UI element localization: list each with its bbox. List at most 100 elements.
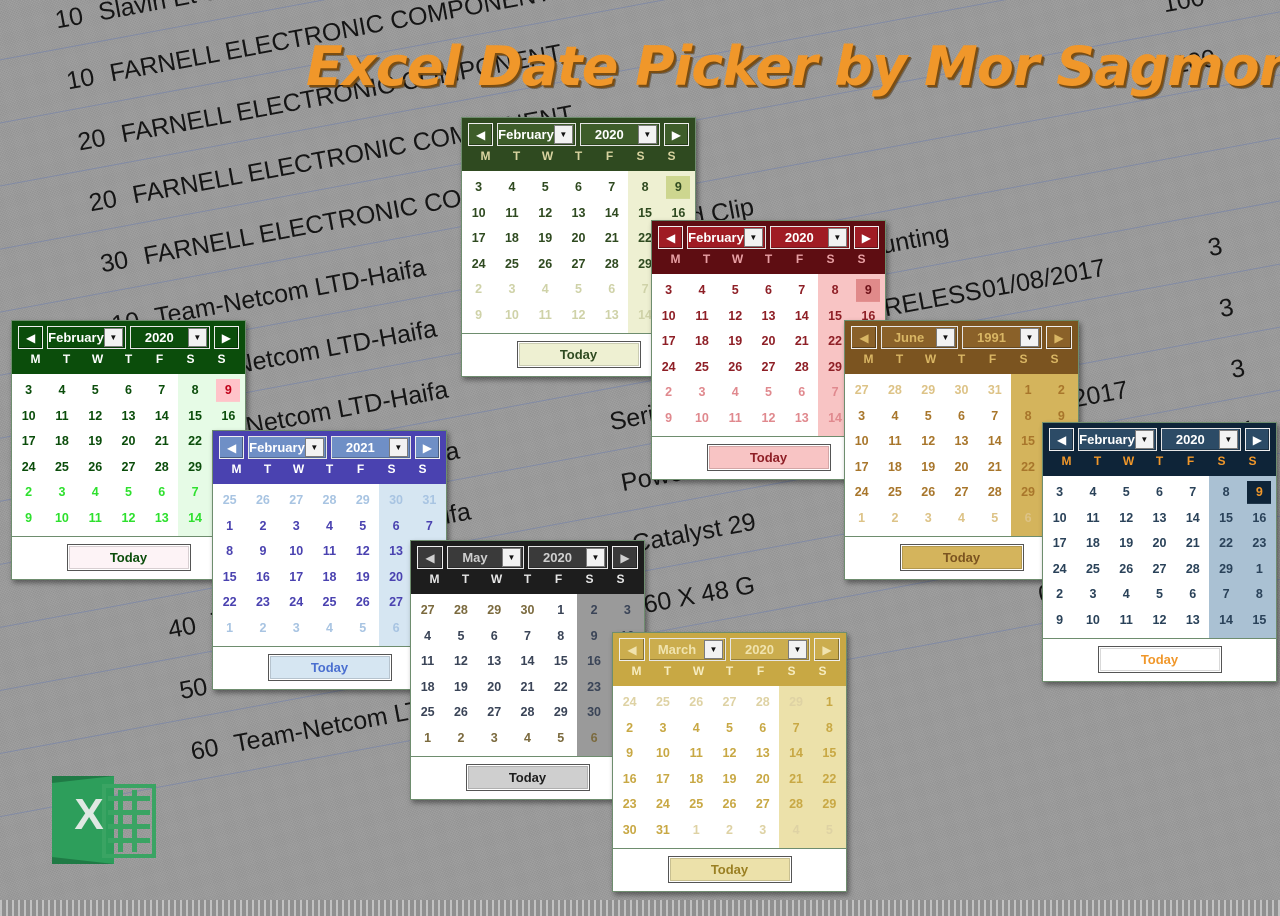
day-cell[interactable]: 27 [713, 690, 746, 716]
day-cell[interactable]: 25 [685, 355, 718, 381]
day-cell[interactable]: 28 [878, 378, 911, 404]
day-cell[interactable]: 9 [12, 506, 45, 532]
day-cell[interactable]: 8 [1243, 582, 1276, 608]
chevron-down-icon[interactable]: ▼ [743, 228, 763, 247]
day-cell[interactable]: 14 [978, 429, 1011, 455]
today-button[interactable]: Today [66, 544, 191, 571]
day-cell[interactable]: 5 [529, 175, 562, 201]
day-cell[interactable]: 16 [613, 767, 646, 793]
day-cell[interactable]: 25 [878, 480, 911, 506]
day-cell[interactable]: 19 [912, 455, 945, 481]
day-cell[interactable]: 25 [411, 700, 444, 726]
day-cell[interactable]: 22 [213, 590, 246, 616]
day-cell[interactable]: 15 [1243, 608, 1276, 634]
day-cell[interactable]: 26 [79, 455, 112, 481]
day-cell[interactable]: 20 [112, 429, 145, 455]
day-cell[interactable]: 1 [813, 690, 846, 716]
month-select[interactable]: February ▼ [47, 326, 126, 349]
day-cell[interactable]: 27 [746, 792, 779, 818]
day-cell[interactable]: 26 [680, 690, 713, 716]
day-cell[interactable]: 23 [613, 792, 646, 818]
today-button[interactable]: Today [667, 856, 792, 883]
next-month-button[interactable]: ▶ [814, 638, 840, 661]
next-month-button[interactable]: ▶ [853, 226, 879, 249]
today-button[interactable]: Today [1097, 646, 1222, 673]
day-cell[interactable]: 29 [178, 455, 211, 481]
day-cell[interactable]: 24 [280, 590, 313, 616]
day-cell[interactable]: 26 [713, 792, 746, 818]
window-scrollbar[interactable] [0, 900, 1280, 916]
day-cell[interactable]: 7 [978, 404, 1011, 430]
day-cell[interactable]: 20 [478, 675, 511, 701]
prev-month-button[interactable]: ◀ [417, 546, 443, 569]
day-cell[interactable]: 14 [785, 304, 818, 330]
day-cell[interactable]: 2 [613, 716, 646, 742]
year-select[interactable]: 2020 ▼ [528, 546, 608, 569]
day-cell[interactable]: 28 [785, 355, 818, 381]
day-cell[interactable]: 28 [779, 792, 812, 818]
day-cell[interactable]: 26 [912, 480, 945, 506]
day-cell[interactable]: 13 [1143, 506, 1176, 532]
day-cell[interactable]: 28 [978, 480, 1011, 506]
day-cell[interactable]: 6 [145, 480, 178, 506]
month-select[interactable]: May ▼ [447, 546, 524, 569]
prev-month-button[interactable]: ◀ [219, 436, 245, 459]
day-cell[interactable]: 11 [685, 304, 718, 330]
day-cell[interactable]: 19 [444, 675, 477, 701]
day-cell[interactable]: 20 [746, 767, 779, 793]
day-cell[interactable]: 11 [313, 539, 346, 565]
year-select[interactable]: 2020 ▼ [730, 638, 810, 661]
day-cell[interactable]: 28 [444, 598, 477, 624]
day-cell[interactable]: 6 [562, 175, 595, 201]
day-cell[interactable]: 7 [595, 175, 628, 201]
day-cell[interactable]: 9 [613, 741, 646, 767]
day-cell[interactable]: 28 [313, 488, 346, 514]
day-cell[interactable]: 17 [845, 455, 878, 481]
day-cell[interactable]: 3 [462, 175, 495, 201]
day-cell[interactable]: 10 [12, 404, 45, 430]
day-cell[interactable]: 3 [1076, 582, 1109, 608]
day-cell[interactable]: 27 [379, 590, 412, 616]
day-cell[interactable]: 13 [785, 406, 818, 432]
day-cell[interactable]: 14 [511, 649, 544, 675]
day-cell[interactable]: 3 [495, 277, 528, 303]
day-cell[interactable]: 11 [495, 201, 528, 227]
day-cell[interactable]: 5 [912, 404, 945, 430]
day-cell[interactable]: 3 [1043, 480, 1076, 506]
date-picker-cal-green[interactable]: ◀ February ▼ 2020 ▼ ▶ M T W T F S S 3 4 5 6 7 8 9 10 11 12 13 14… [11, 320, 246, 580]
day-cell[interactable]: 4 [945, 506, 978, 532]
month-select[interactable]: June ▼ [881, 326, 958, 349]
day-cell[interactable]: 4 [719, 380, 752, 406]
day-cell[interactable]: 5 [544, 726, 577, 752]
day-cell[interactable]: 13 [1176, 608, 1209, 634]
day-cell-selected[interactable]: 9 [661, 175, 695, 201]
chevron-down-icon[interactable]: ▼ [827, 228, 847, 247]
day-cell[interactable]: 11 [878, 429, 911, 455]
year-select[interactable]: 2020 ▼ [1160, 428, 1241, 451]
day-cell[interactable]: 4 [680, 716, 713, 742]
day-cell[interactable]: 16 [212, 404, 245, 430]
chevron-down-icon[interactable]: ▼ [704, 640, 723, 659]
day-cell[interactable]: 19 [346, 565, 379, 591]
day-cell[interactable]: 13 [746, 741, 779, 767]
today-button[interactable]: Today [899, 544, 1024, 571]
day-cell[interactable]: 6 [752, 278, 785, 304]
prev-month-button[interactable]: ◀ [1049, 428, 1075, 451]
day-cell[interactable]: 5 [346, 514, 379, 540]
day-cell[interactable]: 11 [680, 741, 713, 767]
day-cell[interactable]: 8 [1209, 480, 1242, 506]
day-cell[interactable]: 2 [246, 616, 279, 642]
chevron-down-icon[interactable]: ▼ [502, 548, 521, 567]
next-month-button[interactable]: ▶ [612, 546, 638, 569]
day-cell[interactable]: 24 [12, 455, 45, 481]
day-cell[interactable]: 9 [1043, 608, 1076, 634]
day-cell[interactable]: 13 [595, 303, 628, 329]
day-cell-selected[interactable]: 9 [1242, 480, 1276, 506]
month-select[interactable]: February ▼ [1078, 428, 1157, 451]
day-cell[interactable]: 25 [313, 590, 346, 616]
today-button[interactable]: Today [706, 444, 831, 471]
day-cell[interactable]: 9 [462, 303, 495, 329]
day-cell[interactable]: 6 [379, 616, 412, 642]
day-cell[interactable]: 10 [1076, 608, 1109, 634]
day-cell[interactable]: 18 [313, 565, 346, 591]
